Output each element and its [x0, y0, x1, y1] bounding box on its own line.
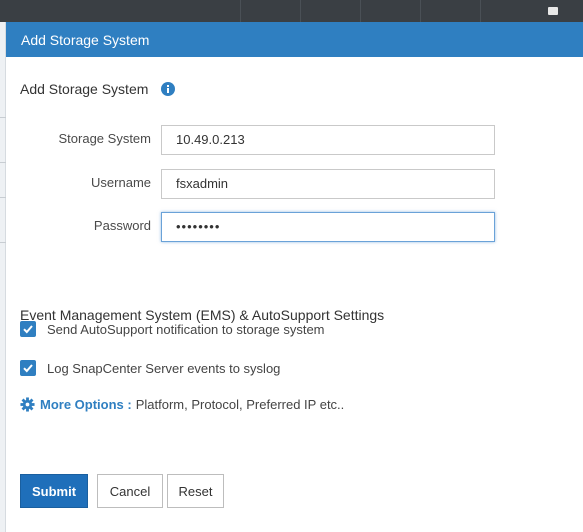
syslog-option[interactable]: Log SnapCenter Server events to syslog	[20, 360, 280, 376]
add-storage-system-dialog: Add Storage System Add Storage System St…	[6, 22, 583, 532]
check-icon	[23, 364, 33, 373]
username-row: Username fsxadmin	[6, 169, 583, 199]
cancel-button[interactable]: Cancel	[97, 474, 163, 508]
top-bar-divider	[480, 0, 481, 22]
top-bar-divider	[240, 0, 241, 22]
section-heading: Add Storage System	[20, 81, 176, 97]
storage-system-label: Storage System	[58, 131, 152, 146]
submit-button[interactable]: Submit	[20, 474, 88, 508]
check-icon	[23, 325, 33, 334]
username-label: Username	[91, 175, 151, 190]
more-options-description: Platform, Protocol, Preferred IP etc..	[135, 397, 345, 412]
password-row: Password ••••••••	[6, 212, 583, 242]
top-bar-divider	[300, 0, 301, 22]
storage-system-row: Storage System 10.49.0.213	[6, 125, 583, 155]
info-icon[interactable]	[161, 82, 176, 96]
top-bar-divider	[420, 0, 421, 22]
top-bar-divider	[360, 0, 361, 22]
syslog-label: Log SnapCenter Server events to syslog	[47, 360, 281, 376]
dialog-title: Add Storage System	[21, 31, 150, 48]
password-input[interactable]: ••••••••	[161, 212, 495, 242]
top-bar-menu-icon[interactable]	[537, 0, 569, 22]
autosupport-checkbox[interactable]	[20, 321, 36, 337]
autosupport-option[interactable]: Send AutoSupport notification to storage…	[20, 321, 325, 337]
dialog-header: Add Storage System	[6, 22, 583, 57]
section-title: Add Storage System	[20, 81, 149, 97]
autosupport-label: Send AutoSupport notification to storage…	[47, 321, 325, 337]
username-input[interactable]: fsxadmin	[161, 169, 495, 199]
more-options: More Options : Platform, Protocol, Prefe…	[20, 397, 344, 412]
more-options-link[interactable]: More Options :	[40, 397, 132, 412]
storage-system-input[interactable]: 10.49.0.213	[161, 125, 495, 155]
password-label: Password	[93, 218, 151, 233]
app-top-bar	[0, 0, 583, 22]
gear-icon[interactable]	[20, 397, 35, 412]
syslog-checkbox[interactable]	[20, 360, 36, 376]
reset-button[interactable]: Reset	[167, 474, 224, 508]
